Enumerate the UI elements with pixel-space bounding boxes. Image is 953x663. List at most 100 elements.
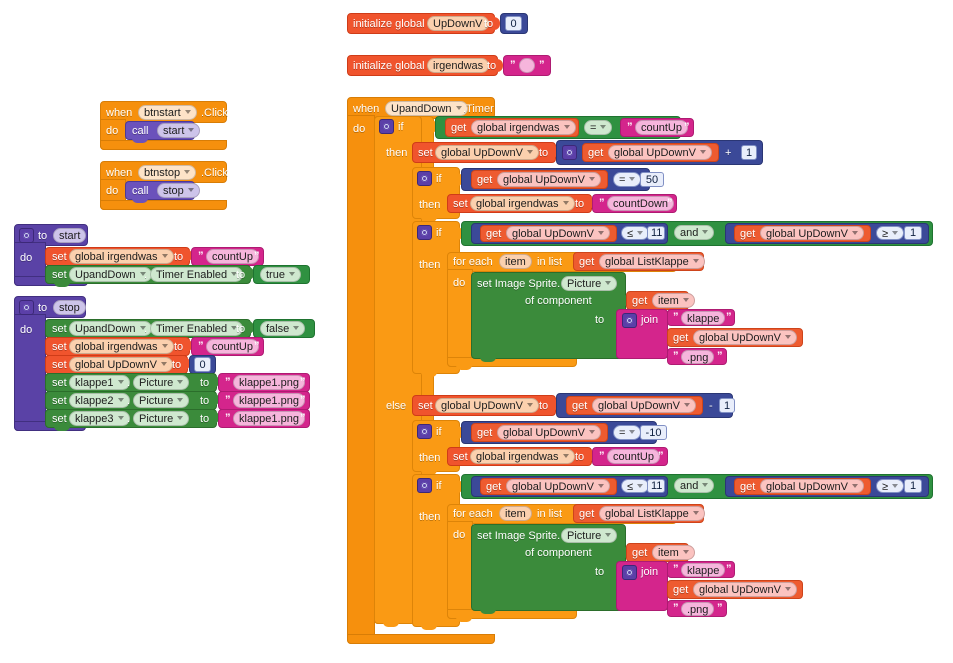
block-init-global-updownv[interactable]: initialize global UpDownV to 0 — [347, 13, 528, 34]
init-global-name-field[interactable]: UpDownV — [427, 16, 489, 31]
variable-field[interactable]: global irgendwas — [69, 339, 174, 354]
chevron-down-icon[interactable] — [682, 550, 689, 554]
chevron-down-icon[interactable] — [526, 150, 533, 154]
blocks-canvas[interactable]: initialize global UpDownV to 0 initializ… — [0, 0, 953, 663]
chevron-down-icon[interactable] — [293, 326, 300, 330]
property-field[interactable]: Timer Enabled — [150, 321, 244, 336]
block-when-upanddown-timer[interactable]: when UpandDown .Timer do if then else ge… — [347, 97, 953, 657]
variable-field[interactable]: global UpDownV — [69, 357, 173, 372]
chevron-down-icon[interactable] — [526, 403, 533, 407]
block-when-btnstop-click[interactable]: when btnstop .Click do call stop — [100, 161, 230, 210]
mutator-gear-icon[interactable] — [417, 225, 432, 240]
procedure-field[interactable]: stop — [157, 183, 200, 198]
loop-variable-field[interactable]: item — [652, 293, 695, 308]
text-value[interactable]: countUp — [607, 449, 660, 464]
variable-field[interactable]: global UpDownV — [760, 226, 864, 240]
chevron-down-icon[interactable] — [562, 201, 569, 205]
chevron-down-icon[interactable] — [629, 177, 636, 181]
text-value[interactable]: countDown — [607, 196, 675, 211]
variable-field[interactable]: global UpDownV — [693, 582, 797, 597]
mutator-gear-icon[interactable] — [622, 313, 637, 328]
operator-field[interactable]: = — [584, 120, 613, 135]
chevron-down-icon[interactable] — [177, 398, 184, 402]
chevron-down-icon[interactable] — [600, 125, 607, 129]
operator-field[interactable]: ≤ — [621, 479, 650, 493]
text-value[interactable]: countUp — [635, 120, 688, 135]
procedure-field[interactable]: start — [157, 123, 201, 138]
text-value[interactable] — [519, 58, 535, 73]
number-value[interactable]: 1 — [719, 398, 735, 413]
variable-field[interactable]: global irgendwas — [470, 196, 575, 211]
property-field[interactable]: Timer Enabled — [150, 267, 244, 282]
chevron-down-icon[interactable] — [588, 430, 595, 434]
operator-field[interactable]: ≥ — [876, 479, 905, 493]
chevron-down-icon[interactable] — [117, 416, 124, 420]
chevron-down-icon[interactable] — [682, 298, 689, 302]
logic-value-field[interactable]: false — [260, 321, 306, 336]
variable-field[interactable]: global irgendwas — [471, 120, 576, 135]
text-value[interactable]: klappe1.png — [233, 411, 305, 426]
text-value[interactable]: countUp — [206, 249, 259, 264]
chevron-down-icon[interactable] — [188, 128, 195, 132]
procedure-name-field[interactable]: start — [53, 228, 87, 243]
variable-field[interactable]: global irgendwas — [69, 249, 174, 264]
chevron-down-icon[interactable] — [605, 281, 612, 285]
init-global-name-field[interactable]: irgendwas — [427, 58, 490, 73]
text-value[interactable]: klappe1.png — [233, 375, 305, 390]
text-value[interactable]: .png — [681, 602, 715, 616]
block-procedure-start[interactable]: to start do set global irgendwas to ” co… — [14, 224, 314, 287]
operator-field[interactable]: ≤ — [621, 226, 650, 240]
chevron-down-icon[interactable] — [588, 177, 595, 181]
property-field[interactable]: Picture — [133, 393, 190, 408]
mutator-gear-icon[interactable] — [562, 145, 577, 160]
number-value[interactable]: 11 — [647, 226, 665, 240]
chevron-down-icon[interactable] — [692, 259, 699, 263]
component-field[interactable]: btnstart — [138, 105, 197, 120]
chevron-down-icon[interactable] — [288, 272, 295, 276]
number-value[interactable]: -10 — [640, 425, 667, 440]
chevron-down-icon[interactable] — [702, 483, 709, 487]
variable-field[interactable]: global UpDownV — [435, 145, 539, 160]
number-value[interactable]: 1 — [904, 479, 922, 493]
chevron-down-icon[interactable] — [117, 380, 124, 384]
chevron-down-icon[interactable] — [699, 150, 706, 154]
component-field[interactable]: UpandDown — [69, 321, 152, 336]
chevron-down-icon[interactable] — [161, 254, 168, 258]
mutator-gear-icon[interactable] — [19, 228, 34, 243]
property-field[interactable]: Picture — [561, 528, 618, 543]
variable-field[interactable]: global UpDownV — [435, 398, 539, 413]
chevron-down-icon[interactable] — [562, 454, 569, 458]
chevron-down-icon[interactable] — [892, 484, 899, 488]
loop-variable-field[interactable]: item — [652, 545, 695, 560]
variable-field[interactable]: global UpDownV — [497, 425, 601, 440]
text-value[interactable]: klappe1.png — [233, 393, 305, 408]
chevron-down-icon[interactable] — [177, 380, 184, 384]
chevron-down-icon[interactable] — [851, 484, 858, 488]
component-field[interactable]: UpandDown — [69, 267, 152, 282]
loop-variable-field[interactable]: item — [499, 506, 532, 521]
number-value[interactable]: 50 — [640, 172, 664, 187]
mutator-gear-icon[interactable] — [622, 565, 637, 580]
chevron-down-icon[interactable] — [605, 533, 612, 537]
block-when-btnstart-click[interactable]: when btnstart .Click do call start — [100, 101, 230, 150]
chevron-down-icon[interactable] — [160, 362, 167, 366]
variable-field[interactable]: global UpDownV — [608, 145, 712, 160]
mutator-gear-icon[interactable] — [379, 119, 394, 134]
component-field[interactable]: btnstop — [138, 165, 197, 180]
operator-field[interactable]: ≥ — [876, 226, 905, 240]
chevron-down-icon[interactable] — [683, 403, 690, 407]
number-value[interactable]: 0 — [505, 16, 522, 31]
chevron-down-icon[interactable] — [702, 230, 709, 234]
chevron-down-icon[interactable] — [629, 430, 636, 434]
block-init-global-irgendwas[interactable]: initialize global irgendwas to ” ” — [347, 55, 551, 76]
variable-field[interactable]: global UpDownV — [693, 330, 797, 345]
chevron-down-icon[interactable] — [851, 231, 858, 235]
chevron-down-icon[interactable] — [117, 398, 124, 402]
variable-field[interactable]: global UpDownV — [506, 479, 610, 493]
mutator-gear-icon[interactable] — [417, 478, 432, 493]
mutator-gear-icon[interactable] — [19, 300, 34, 315]
chevron-down-icon[interactable] — [184, 110, 191, 114]
chevron-down-icon[interactable] — [692, 511, 699, 515]
chevron-down-icon[interactable] — [161, 344, 168, 348]
chevron-down-icon[interactable] — [637, 231, 644, 235]
